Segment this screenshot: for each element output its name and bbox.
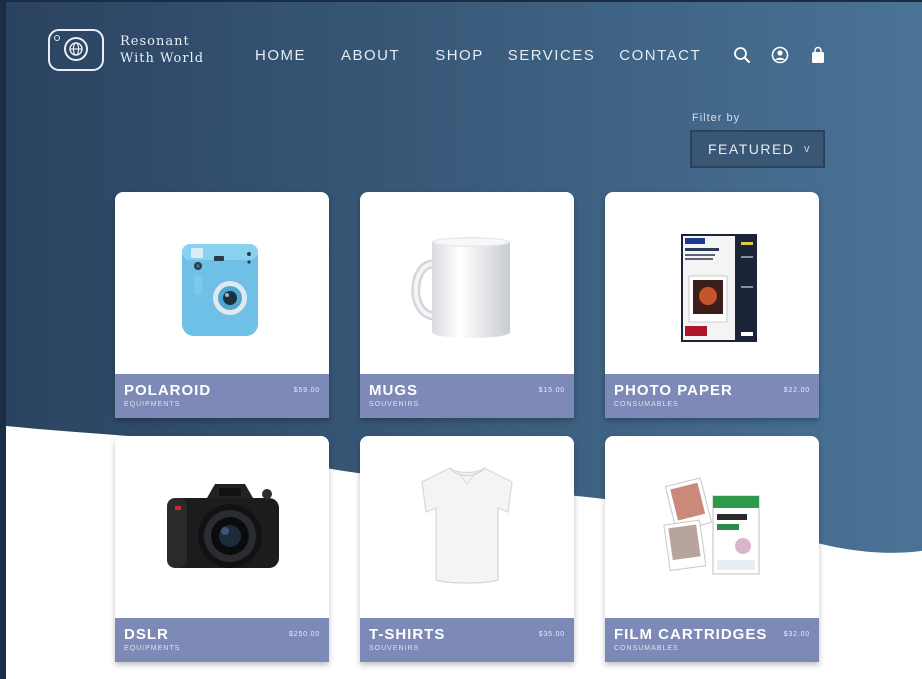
user-icon[interactable] [771, 46, 789, 64]
search-icon[interactable] [733, 46, 751, 64]
product-category: SOUVENIRS [369, 401, 420, 408]
product-category: EQUIPMENTS [124, 645, 181, 652]
product-info-bar: PHOTO PAPER CONSUMABLES $22.00 [605, 374, 819, 418]
product-category: SOUVENIRS [369, 645, 420, 652]
filter-dropdown[interactable]: FEATURED v [690, 130, 825, 168]
product-title: DSLR [124, 626, 169, 643]
polaroid-camera-image [182, 244, 258, 336]
product-info-bar: T-SHIRTS SOUVENIRS $35.00 [360, 618, 574, 662]
product-title: PHOTO PAPER [614, 382, 733, 399]
t-shirt-image [421, 467, 513, 584]
brand-line-1: Resonant [120, 34, 190, 49]
product-card-dslr[interactable]: DSLR EQUIPMENTS $250.00 [115, 436, 329, 662]
product-price: $22.00 [783, 387, 810, 394]
product-card-photo-paper[interactable]: PHOTO PAPER CONSUMABLES $22.00 [605, 192, 819, 418]
site-logo[interactable]: Resonant With World [48, 29, 204, 71]
header-actions [733, 46, 847, 64]
product-title: POLAROID [124, 382, 212, 399]
product-card-polaroid[interactable]: POLAROID EQUIPMENTS $59.00 [115, 192, 329, 418]
product-card-mugs[interactable]: MUGS SOUVENIRS $15.00 [360, 192, 574, 418]
nav-contact[interactable]: CONTACT [619, 47, 701, 64]
camera-globe-icon [48, 29, 104, 71]
product-price: $250.00 [289, 631, 320, 638]
nav-about[interactable]: ABOUT [341, 47, 400, 64]
product-price: $32.00 [783, 631, 810, 638]
filter-selected-value: FEATURED [708, 141, 795, 157]
product-category: EQUIPMENTS [124, 401, 181, 408]
product-info-bar: MUGS SOUVENIRS $15.00 [360, 374, 574, 418]
product-category: CONSUMABLES [614, 645, 679, 652]
page-frame: Resonant With World HOME ABOUT SHOP SERV… [0, 0, 922, 679]
chevron-down-icon: v [804, 143, 811, 155]
product-title: MUGS [369, 382, 418, 399]
product-info-bar: POLAROID EQUIPMENTS $59.00 [115, 374, 329, 418]
nav-home[interactable]: HOME [255, 47, 306, 64]
nav-shop[interactable]: SHOP [435, 47, 484, 64]
product-title: T-SHIRTS [369, 626, 446, 643]
instant-film-image [663, 477, 760, 575]
product-price: $15.00 [538, 387, 565, 394]
nav-services[interactable]: SERVICES [508, 47, 596, 64]
product-card-t-shirts[interactable]: T-SHIRTS SOUVENIRS $35.00 [360, 436, 574, 662]
brand-line-2: With World [120, 51, 205, 66]
product-price: $59.00 [293, 387, 320, 394]
shopping-bag-icon[interactable] [809, 46, 827, 64]
product-card-film-cartridges[interactable]: FILM CARTRIDGES CONSUMABLES $32.00 [605, 436, 819, 662]
photo-paper-image [681, 234, 757, 342]
product-title: FILM CARTRIDGES [614, 626, 768, 643]
product-price: $35.00 [538, 631, 565, 638]
mug-image [411, 237, 510, 338]
brand-name: Resonant With World [120, 33, 204, 67]
product-info-bar: DSLR EQUIPMENTS $250.00 [115, 618, 329, 662]
filter-label: Filter by [692, 112, 741, 124]
main-nav: HOME ABOUT SHOP SERVICES CONTACT [255, 47, 736, 64]
dslr-camera-image [167, 484, 279, 568]
product-category: CONSUMABLES [614, 401, 679, 408]
product-info-bar: FILM CARTRIDGES CONSUMABLES $32.00 [605, 618, 819, 662]
